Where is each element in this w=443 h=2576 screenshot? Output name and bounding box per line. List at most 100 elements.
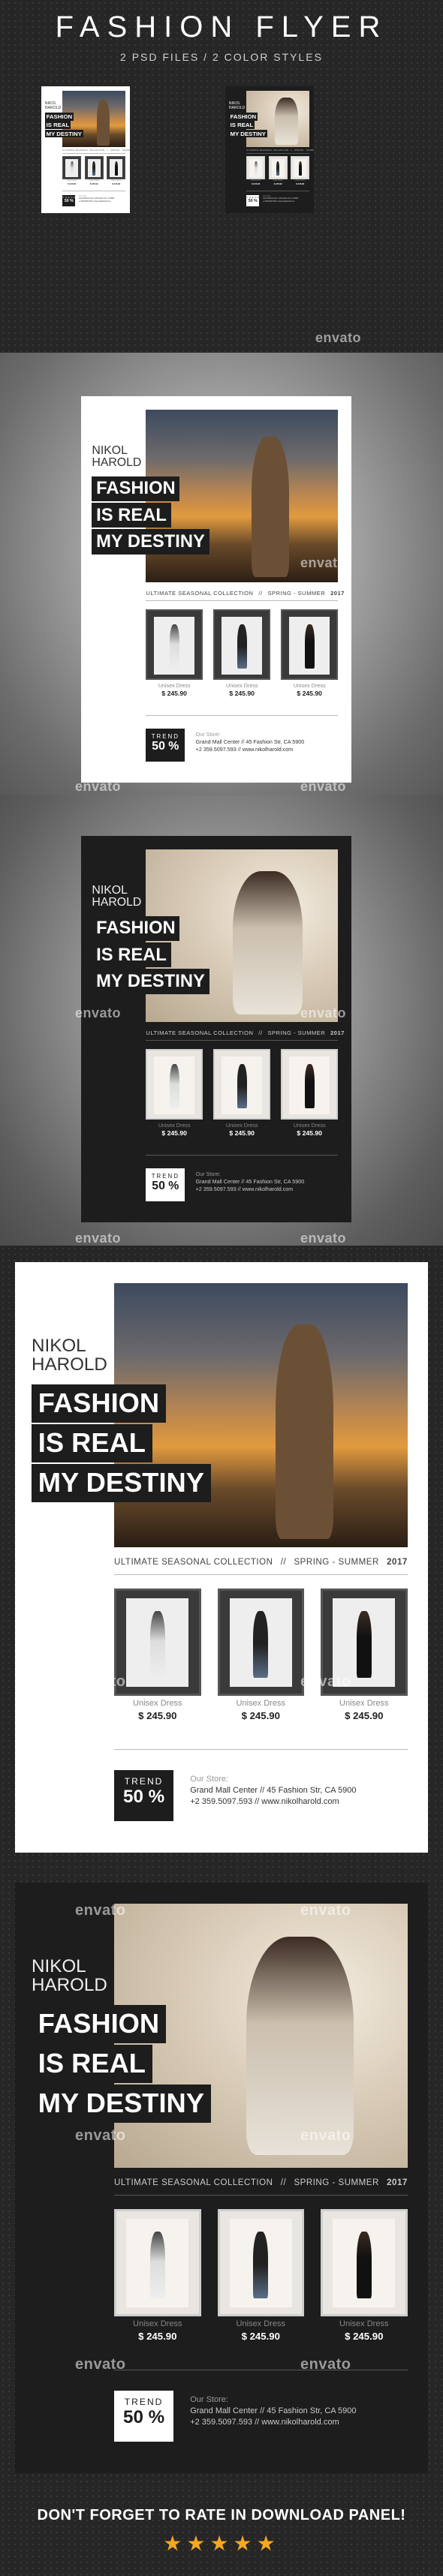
collection-line: ULTIMATE SEASONAL COLLECTION // SPRING -… xyxy=(114,1558,412,1567)
designer-last-name: HAROLD xyxy=(92,456,142,470)
product-photo-frame xyxy=(146,1049,203,1120)
designer-first-name: NIKOL xyxy=(92,883,128,897)
product-price: $ 245.90 xyxy=(229,689,255,697)
product-price: $ 245.90 xyxy=(161,1129,187,1137)
flyer-dark-large: NIKOL HAROLD FASHION IS REAL MY DESTINY … xyxy=(15,1883,428,2473)
product-card: Unisex Dress $ 245.90 xyxy=(217,2208,304,2349)
product-card: Unisex Dress $ 245.90 xyxy=(62,156,82,186)
product-photo-frame xyxy=(246,156,266,179)
collection-season: SPRING - SUMMER xyxy=(294,149,314,152)
collection-line: ULTIMATE SEASONAL COLLECTION // SPRING -… xyxy=(114,2178,412,2187)
envato-watermark: envato xyxy=(300,1005,347,1020)
collection-title: ULTIMATE SEASONAL COLLECTION xyxy=(62,149,105,152)
product-model xyxy=(70,161,74,176)
product-label: Unisex Dress xyxy=(293,681,326,689)
envato-watermark: envato xyxy=(75,1673,126,1690)
product-label: Unisex Dress xyxy=(133,1698,182,1708)
trend-badge: TREND 50 % xyxy=(62,195,76,206)
divider xyxy=(62,153,126,155)
product-photo-frame xyxy=(268,156,288,179)
product-photo-frame xyxy=(217,2208,304,2316)
product-label: Unisex Dress xyxy=(133,2319,182,2328)
store-label: Our Store: xyxy=(190,2395,228,2404)
headline-line-1: FASHION xyxy=(44,112,74,121)
collection-title: ULTIMATE SEASONAL COLLECTION xyxy=(246,149,289,152)
product-label: Unisex Dress xyxy=(236,2319,285,2328)
divider xyxy=(114,1749,408,1750)
collection-line: ULTIMATE SEASONAL COLLECTION // SPRING -… xyxy=(62,149,130,152)
collection-separator: // xyxy=(107,149,109,152)
envato-watermark: envato xyxy=(83,555,129,570)
designer-first-name: NIKOL xyxy=(32,1336,86,1356)
store-contact: +2 359.5097.593 // www.nikolharold.com xyxy=(79,200,111,203)
product-photo-frame xyxy=(213,1049,270,1120)
rating-stars[interactable]: ★★★★★ xyxy=(0,2531,443,2556)
product-price: $ 245.90 xyxy=(345,2331,384,2343)
collection-line: ULTIMATE SEASONAL COLLECTION // SPRING -… xyxy=(246,149,314,152)
store-info: Our Store: Grand Mall Center // 45 Fashi… xyxy=(196,731,305,753)
collection-title: ULTIMATE SEASONAL COLLECTION xyxy=(114,1557,273,1567)
store-info: Our Store: Grand Mall Center // 45 Fashi… xyxy=(79,196,114,203)
headline-line-3: MY DESTINY xyxy=(32,1463,211,1502)
dark-flyer-detail-section: NIKOL HAROLD FASHION IS REAL MY DESTINY … xyxy=(0,1872,443,2487)
store-label: Our Store: xyxy=(195,1171,221,1178)
product-card: Unisex Dress $ 245.90 xyxy=(107,156,126,186)
model-figure xyxy=(275,1324,333,1539)
store-info: Our Store: Grand Mall Center // 45 Fashi… xyxy=(190,1774,356,1808)
product-model xyxy=(169,624,179,669)
store-contact: +2 359.5097.593 // www.nikolharold.com xyxy=(190,2417,339,2427)
collection-separator: // xyxy=(258,1029,263,1036)
trend-value: 50 % xyxy=(123,2407,165,2428)
collection-title: ULTIMATE SEASONAL COLLECTION xyxy=(146,589,254,597)
product-photo-frame xyxy=(321,2208,408,2316)
product-label: Unisex Dress xyxy=(339,1698,389,1708)
product-model xyxy=(253,2231,269,2299)
product-label: Unisex Dress xyxy=(89,179,100,182)
product-photo-frame xyxy=(213,609,270,680)
envato-watermark: envato xyxy=(300,779,347,794)
light-flyer-showcase: NIKOL HAROLD FASHION IS REAL MY DESTINY … xyxy=(0,353,443,795)
envato-watermark: envato xyxy=(75,1005,122,1020)
light-flyer-detail-section: NIKOL HAROLD FASHION IS REAL MY DESTINY … xyxy=(0,1246,443,1872)
product-card: Unisex Dress $ 245.90 xyxy=(146,1049,203,1141)
collection-year: 2017 xyxy=(387,1557,408,1567)
flyer-preview-dark-small: NIKOL HAROLD FASHION IS REAL MY DESTINY … xyxy=(225,86,314,213)
envato-watermark: envato xyxy=(300,2127,351,2144)
store-contact: +2 359.5097.593 // www.nikolharold.com xyxy=(190,1796,339,1806)
product-card: Unisex Dress $ 245.90 xyxy=(213,609,270,701)
store-info: Our Store: Grand Mall Center // 45 Fashi… xyxy=(263,196,298,203)
divider xyxy=(114,1574,408,1575)
headline-line-2: IS REAL xyxy=(228,121,255,130)
divider xyxy=(146,600,338,602)
product-photo-frame xyxy=(114,2208,201,2316)
designer-last-name: HAROLD xyxy=(44,105,62,110)
product-label: Unisex Dress xyxy=(158,1121,191,1129)
designer-name: NIKOL HAROLD xyxy=(92,443,142,470)
product-label: Unisex Dress xyxy=(294,179,306,182)
store-address: Grand Mall Center // 45 Fashion Str, CA … xyxy=(195,1178,305,1186)
product-photo-frame xyxy=(107,156,126,179)
envato-watermark: envato xyxy=(75,1231,122,1246)
product-card: Unisex Dress $ 245.90 xyxy=(84,156,104,186)
product-card: Unisex Dress $ 245.90 xyxy=(321,2208,408,2349)
trend-value: 50 % xyxy=(152,739,179,753)
headline-line-3: MY DESTINY xyxy=(44,129,83,138)
collection-title: ULTIMATE SEASONAL COLLECTION xyxy=(114,2178,273,2187)
product-price: $ 245.90 xyxy=(296,182,305,186)
product-card: Unisex Dress $ 245.90 xyxy=(217,1588,304,1729)
trend-label: TREND xyxy=(151,1172,179,1180)
store-address: Grand Mall Center // 45 Fashion Str, CA … xyxy=(190,2406,357,2415)
trend-value: 50 % xyxy=(64,199,74,203)
collection-separator: // xyxy=(280,2178,287,2187)
product-label: Unisex Dress xyxy=(339,2319,389,2328)
model-figure xyxy=(251,437,290,578)
product-model xyxy=(254,161,258,176)
designer-first-name: NIKOL xyxy=(32,1956,86,1976)
headline-line-1: FASHION xyxy=(92,476,180,502)
product-photo-frame xyxy=(146,609,203,680)
headline-line-2: IS REAL xyxy=(92,942,171,968)
designer-first-name: NIKOL xyxy=(92,443,128,457)
headline: FASHION IS REAL MY DESTINY xyxy=(228,112,267,138)
product-model xyxy=(114,161,118,176)
headline-line-2: IS REAL xyxy=(44,121,71,130)
